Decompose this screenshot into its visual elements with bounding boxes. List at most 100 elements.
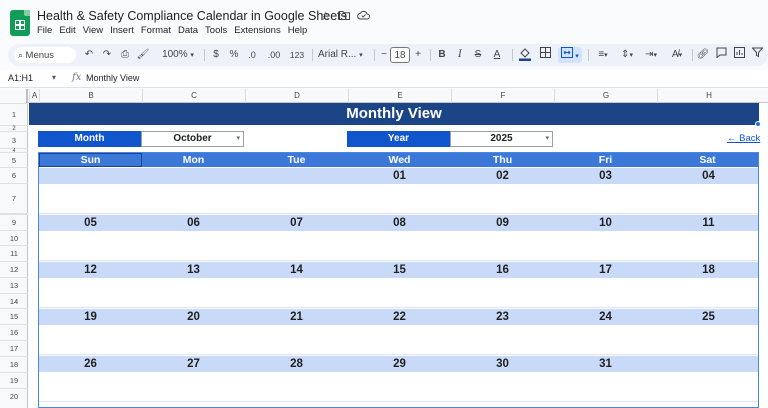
calendar-date-cell[interactable]: 04 [657, 168, 760, 184]
calendar-date-cell[interactable]: 21 [245, 309, 348, 325]
row-header[interactable]: 18 [0, 356, 28, 372]
star-icon[interactable]: ☆ [320, 9, 331, 23]
calendar-date-cell[interactable]: 23 [451, 309, 554, 325]
document-title[interactable]: Health & Safety Compliance Calendar in G… [37, 9, 347, 23]
percent-format-button[interactable]: % [228, 47, 240, 63]
calendar-date-cell[interactable]: 09 [451, 215, 554, 231]
back-link[interactable]: ← Back [727, 133, 760, 144]
move-folder-icon[interactable] [339, 9, 350, 23]
row-header[interactable]: 11 [0, 245, 28, 261]
calendar-date-cell[interactable]: 18 [657, 262, 760, 278]
calendar-date-cell[interactable]: 19 [39, 309, 142, 325]
calendar-date-cell[interactable] [142, 168, 245, 184]
calendar-date-cell[interactable]: 13 [142, 262, 245, 278]
calendar-date-cell[interactable]: 29 [348, 356, 451, 372]
calendar-date-cell[interactable] [657, 356, 760, 372]
column-header-f[interactable]: F [451, 89, 554, 103]
menu-tools[interactable]: Tools [205, 25, 227, 36]
insert-comment-icon[interactable] [714, 47, 728, 63]
borders-icon[interactable] [538, 47, 552, 63]
calendar-date-cell[interactable] [39, 168, 142, 184]
text-color-button[interactable]: A [490, 47, 504, 63]
row-header[interactable]: 3 [0, 131, 28, 148]
column-header-d[interactable]: D [245, 89, 348, 103]
column-header-h[interactable]: H [657, 89, 760, 103]
calendar-date-cell[interactable]: 30 [451, 356, 554, 372]
column-header-g[interactable]: G [554, 89, 657, 103]
row-header[interactable]: 20 [0, 388, 28, 404]
font-family-select[interactable]: Arial R... ▾ [318, 47, 372, 63]
decrease-decimal-button[interactable]: .0 [244, 47, 260, 63]
row-header[interactable]: 7 [0, 183, 28, 213]
calendar-date-cell[interactable]: 26 [39, 356, 142, 372]
calendar-date-cell[interactable]: 27 [142, 356, 245, 372]
column-header-b[interactable]: B [39, 89, 142, 103]
row-header[interactable]: 13 [0, 277, 28, 293]
row-header[interactable]: 12 [0, 261, 28, 277]
strikethrough-icon[interactable]: S [472, 47, 484, 63]
calendar-date-cell[interactable]: 22 [348, 309, 451, 325]
calendar-date-cell[interactable]: 05 [39, 215, 142, 231]
row-header[interactable]: 5 [0, 152, 28, 167]
calendar-date-cell[interactable]: 07 [245, 215, 348, 231]
insert-link-icon[interactable]: 🔗︎ [696, 47, 710, 63]
calendar-date-cell[interactable] [245, 168, 348, 184]
menu-file[interactable]: File [37, 25, 52, 36]
chevron-down-icon[interactable]: ▾ [52, 73, 56, 82]
column-header-a[interactable]: A [29, 89, 39, 103]
column-header-e[interactable]: E [348, 89, 451, 103]
selection-fill-handle[interactable] [755, 121, 761, 127]
row-header[interactable]: 15 [0, 308, 28, 324]
calendar-date-cell[interactable]: 02 [451, 168, 554, 184]
formula-input[interactable]: Monthly View [86, 73, 139, 83]
sheet-grid[interactable]: Monthly View Month October ▾ Year 2025 ▾… [29, 103, 768, 408]
print-icon[interactable]: ⎙ [118, 47, 132, 63]
calendar-date-cell[interactable]: 15 [348, 262, 451, 278]
week-events-area[interactable] [39, 325, 758, 355]
week-events-area[interactable] [39, 231, 758, 261]
menu-format[interactable]: Format [141, 25, 171, 36]
calendar-date-cell[interactable]: 06 [142, 215, 245, 231]
currency-format-button[interactable]: $ [210, 47, 222, 63]
row-header[interactable]: 16 [0, 324, 28, 340]
week-events-area[interactable] [39, 372, 758, 402]
row-header[interactable]: 6 [0, 167, 28, 183]
horizontal-align-icon[interactable]: ≡▾ [592, 47, 614, 63]
calendar-date-cell[interactable]: 17 [554, 262, 657, 278]
row-header[interactable]: 10 [0, 230, 28, 245]
text-wrapping-icon[interactable]: ⇥▾ [640, 47, 662, 63]
menu-data[interactable]: Data [178, 25, 198, 36]
insert-chart-icon[interactable] [732, 47, 746, 63]
calendar-date-cell[interactable]: 10 [554, 215, 657, 231]
calendar-date-cell[interactable]: 31 [554, 356, 657, 372]
row-header[interactable]: 9 [0, 214, 28, 230]
filter-icon[interactable] [750, 47, 764, 63]
increase-font-size-button[interactable]: + [412, 47, 424, 63]
month-dropdown[interactable]: October ▾ [141, 131, 244, 147]
calendar-date-cell[interactable]: 11 [657, 215, 760, 231]
increase-decimal-button[interactable]: .00 [264, 47, 284, 63]
calendar-date-cell[interactable]: 24 [554, 309, 657, 325]
decrease-font-size-button[interactable]: − [378, 47, 390, 63]
calendar-date-cell[interactable]: 14 [245, 262, 348, 278]
font-size-input[interactable]: 18 [390, 47, 410, 63]
calendar-date-cell[interactable]: 25 [657, 309, 760, 325]
calendar-date-cell[interactable]: 01 [348, 168, 451, 184]
bold-button[interactable]: B [436, 47, 448, 63]
text-rotation-icon[interactable]: A̸▾ [664, 47, 690, 63]
select-all-corner[interactable] [0, 89, 28, 103]
week-events-area[interactable] [39, 278, 758, 308]
calendar-date-cell[interactable]: 12 [39, 262, 142, 278]
fill-color-icon[interactable] [518, 47, 532, 63]
menu-edit[interactable]: Edit [59, 25, 75, 36]
calendar-date-cell[interactable]: 28 [245, 356, 348, 372]
calendar-date-cell[interactable]: 03 [554, 168, 657, 184]
row-header[interactable]: 1 [0, 103, 28, 125]
monthly-view-banner[interactable]: Monthly View [29, 103, 759, 125]
italic-icon[interactable]: I [454, 47, 466, 63]
undo-icon[interactable]: ↶ [82, 47, 96, 63]
paint-format-icon[interactable]: 🖌︎ [136, 47, 150, 63]
calendar-date-cell[interactable]: 16 [451, 262, 554, 278]
week-events-area[interactable] [39, 184, 758, 214]
name-box[interactable]: A1:H1 [8, 73, 33, 83]
